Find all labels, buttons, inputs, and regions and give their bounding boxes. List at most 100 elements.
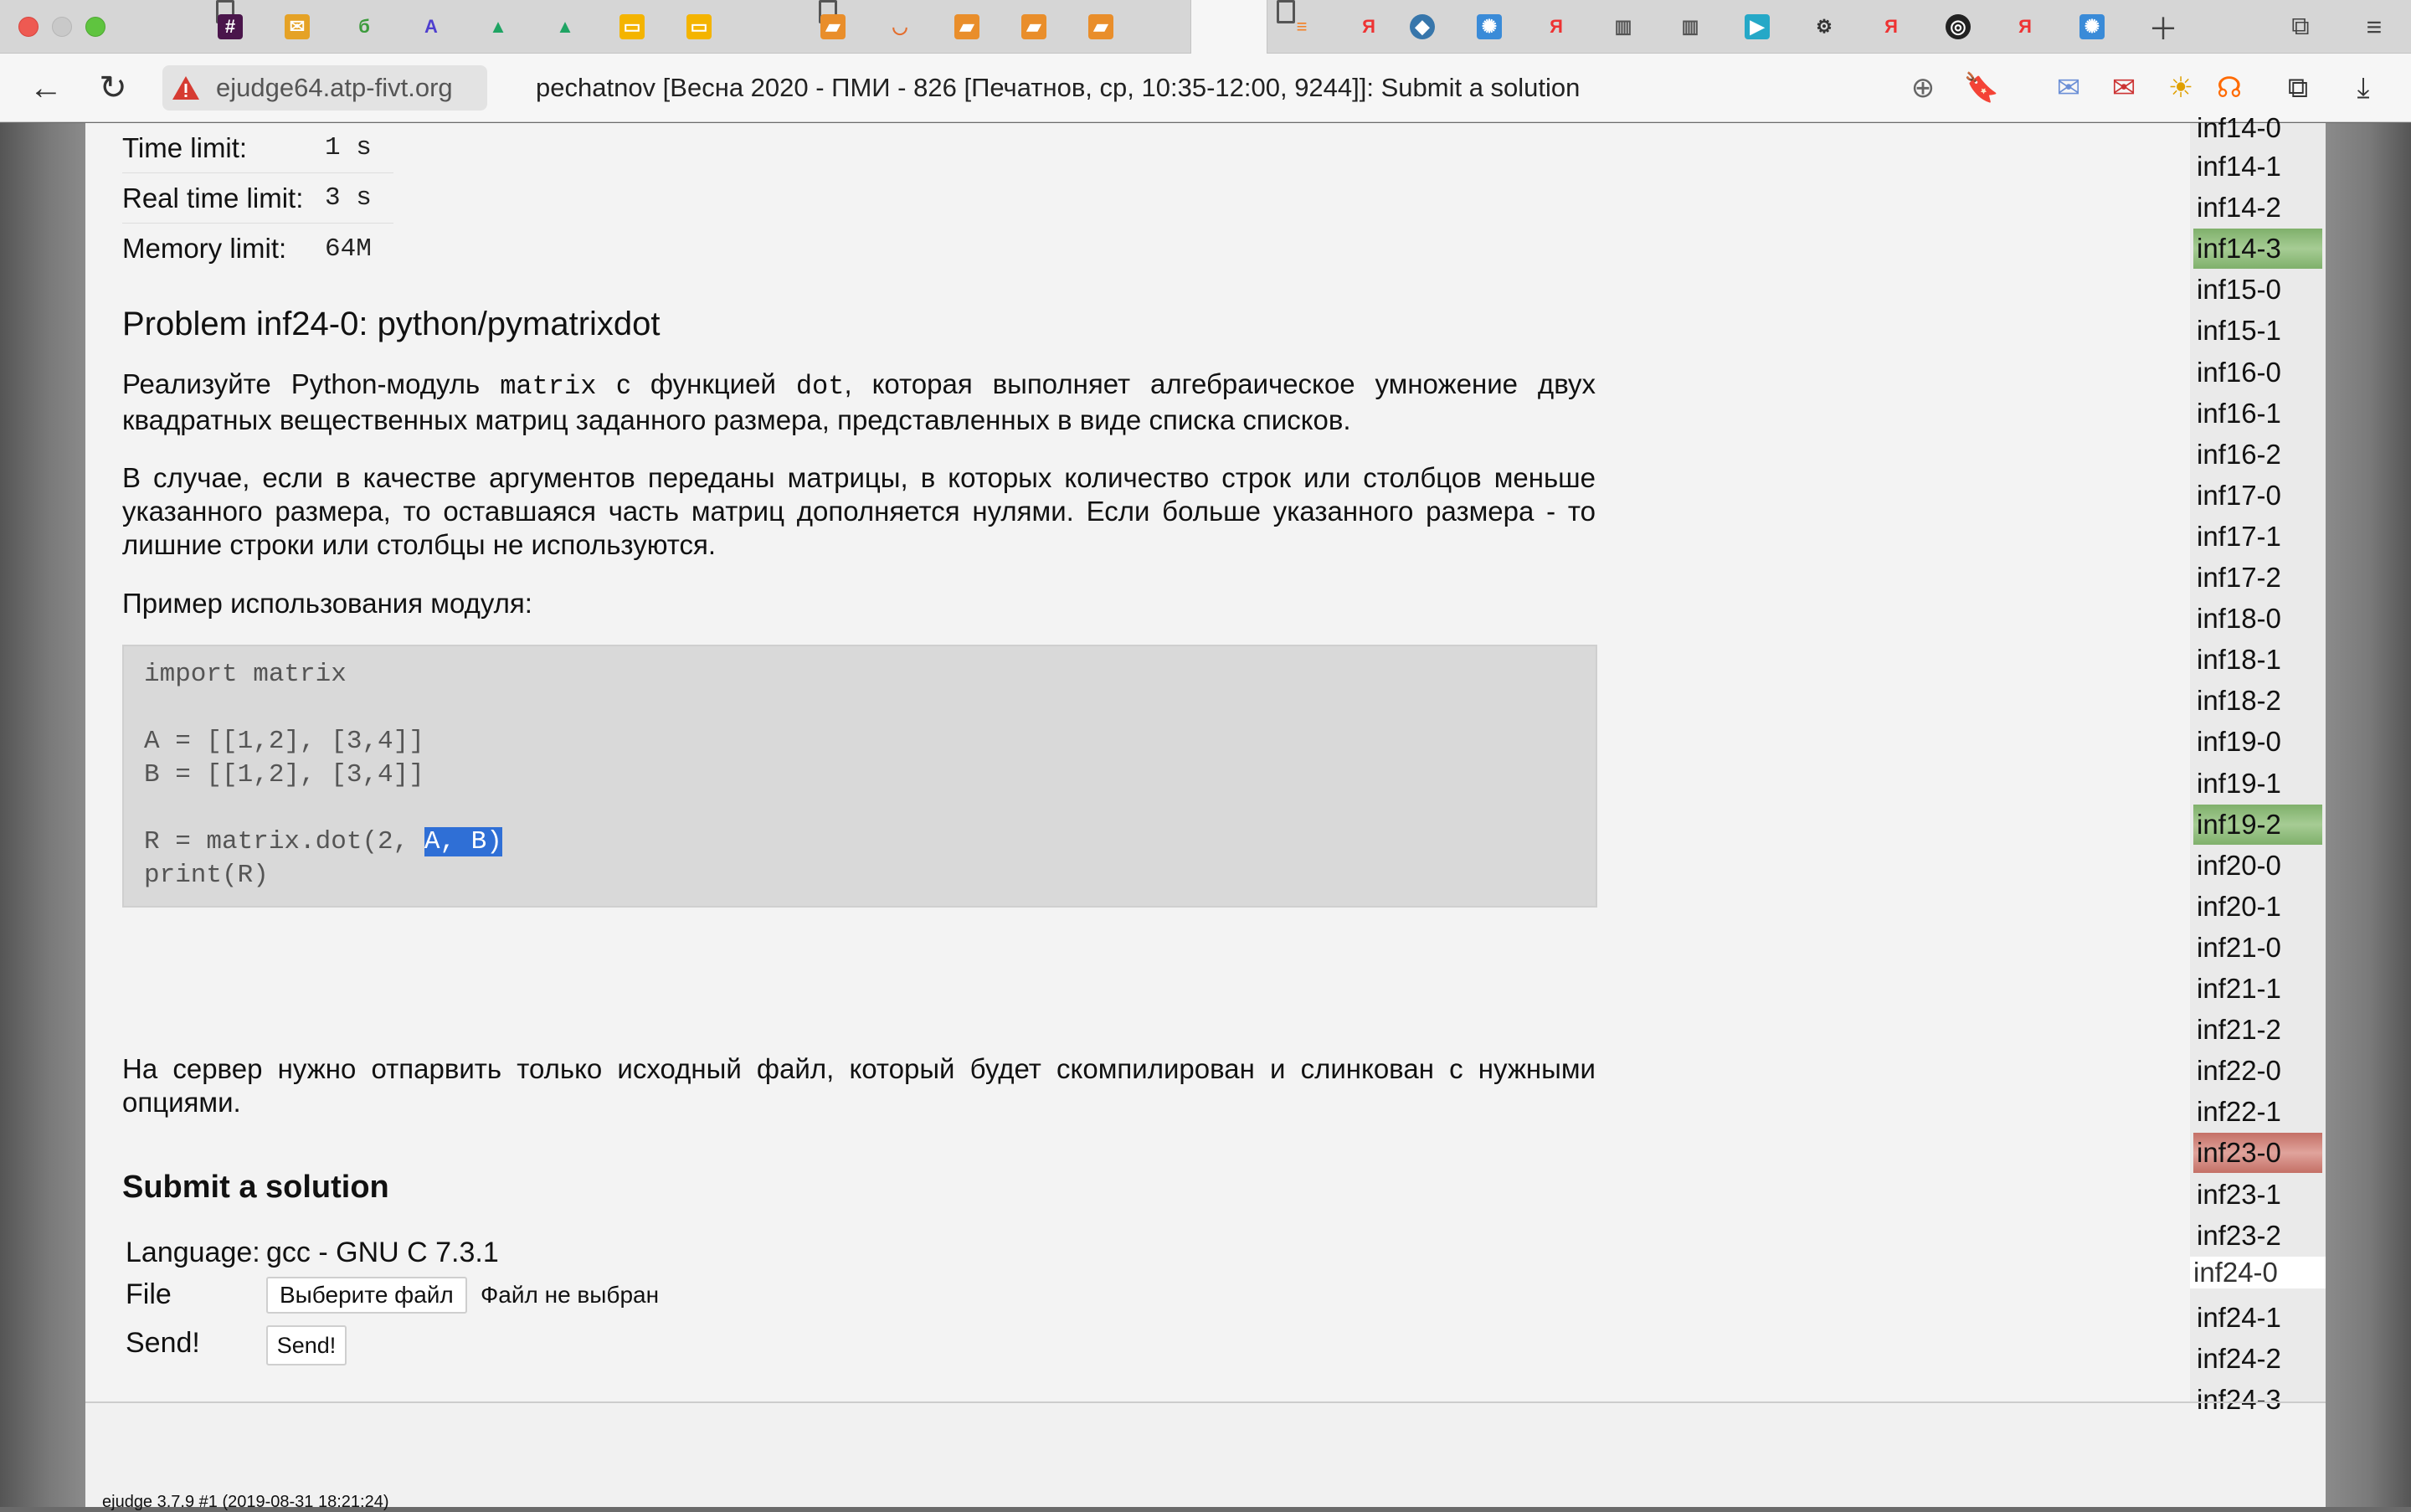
sidebar-item-inf21-2[interactable]: inf21-2 [2193, 1010, 2322, 1050]
url-host: ejudge64.atp-fivt.org [216, 73, 453, 102]
footer-version: ejudge 3.7.9 #1 (2019-08-31 18:21:24) [102, 1493, 389, 1511]
bookmark-icon[interactable]: 🔖 [1959, 65, 2004, 111]
tab[interactable]: ✺ [2059, 0, 2125, 54]
back-arrow-icon[interactable]: ← [23, 65, 69, 111]
sidebar-item-inf16-0[interactable]: inf16-0 [2193, 352, 2322, 393]
sidebar-item-inf21-1[interactable]: inf21-1 [2193, 969, 2322, 1009]
tab[interactable]: ▥ [1591, 0, 1656, 54]
window-maximize-button[interactable] [85, 17, 105, 37]
warning-icon [172, 76, 199, 100]
main-content: Time limit: 1 s Real time limit: 3 s Mem… [85, 123, 2190, 1404]
sidebar-item-inf24-2[interactable]: inf24-2 [2193, 1339, 2322, 1379]
sidebar-item-inf19-0[interactable]: inf19-0 [2193, 722, 2322, 762]
tab[interactable]: ▭ [666, 0, 732, 54]
book-icon: ▰ [1021, 14, 1046, 39]
reload-icon[interactable]: ↻ [90, 65, 136, 111]
limit-row: Time limit: 1 s [122, 123, 393, 173]
tab[interactable]: ▰ [800, 0, 866, 54]
sidebar-item-inf18-2[interactable]: inf18-2 [2193, 681, 2322, 721]
tab[interactable]: ▰ [934, 0, 1000, 54]
sidebar-item-inf15-0[interactable]: inf15-0 [2193, 270, 2322, 310]
tab[interactable]: ≡ [1269, 0, 1334, 54]
sidebar-item-inf19-1[interactable]: inf19-1 [2193, 764, 2322, 804]
tab[interactable]: ▥ [1658, 0, 1723, 54]
tab[interactable]: ▲ [465, 0, 531, 54]
tab[interactable]: ✉ [265, 0, 330, 54]
problem-sidebar: inf14-0 inf14-1 inf14-2 inf14-3 inf15-0 inf1… [2190, 112, 2326, 1415]
zoom-icon[interactable]: ⊕ [1900, 65, 1946, 111]
sidebar-item-inf17-0[interactable]: inf17-0 [2193, 476, 2322, 516]
limits-table: Time limit: 1 s Real time limit: 3 s Mem… [122, 123, 393, 274]
sidebar-item-inf14-2[interactable]: inf14-2 [2193, 188, 2322, 228]
sidebar-item-inf23-1[interactable]: inf23-1 [2193, 1175, 2322, 1215]
tab[interactable]: ▲ [532, 0, 598, 54]
sidebar-item-inf18-0[interactable]: inf18-0 [2193, 599, 2322, 639]
tab[interactable]: б [332, 0, 397, 54]
tab[interactable]: Я [1858, 0, 1924, 54]
footer-divider [85, 1401, 2326, 1403]
sidebar-item-inf17-2[interactable]: inf17-2 [2193, 558, 2322, 598]
tab[interactable]: A [398, 0, 464, 54]
new-tab-icon[interactable]: ＋ [2138, 0, 2188, 54]
sidebar-item-inf17-1[interactable]: inf17-1 [2193, 517, 2322, 557]
tab[interactable]: ▰ [1001, 0, 1067, 54]
tab[interactable]: ▭ [599, 0, 665, 54]
window-close-button[interactable] [18, 17, 39, 37]
tab-active[interactable] [1190, 0, 1295, 54]
slides-icon: ▭ [619, 14, 645, 39]
slack-icon: # [218, 14, 243, 39]
mail-extension-icon[interactable]: ✉ [2101, 65, 2146, 111]
tab[interactable]: ◆ [1390, 0, 1455, 54]
sun-extension-icon[interactable]: ☀ [2158, 65, 2203, 111]
address-input[interactable]: pechatnov [Весна 2020 - ПМИ - 826 [Печат… [536, 65, 1580, 111]
tab-bar: # ✉ б A ▲ ▲ ▭ ▭ ▰ ◡ ▰ ▰ ▰ ≡ Я ◆ ✺ Я ▥ ▥ … [0, 0, 2411, 54]
send-button[interactable]: Send! [266, 1325, 347, 1365]
sidebar-item-inf24-3[interactable]: inf24-3 [2193, 1380, 2322, 1420]
sidebar-item-inf20-0[interactable]: inf20-0 [2193, 846, 2322, 886]
gmail-icon: ✉ [285, 14, 310, 39]
sidebar-item-inf21-0[interactable]: inf21-0 [2193, 928, 2322, 968]
sidebar-item-inf15-1[interactable]: inf15-1 [2193, 311, 2322, 351]
limit-label: Time limit: [122, 131, 248, 163]
tab[interactable]: ▶ [1725, 0, 1790, 54]
sidebar-item-inf18-1[interactable]: inf18-1 [2193, 640, 2322, 680]
window-minimize-button[interactable] [52, 17, 72, 37]
tab[interactable]: # [198, 0, 263, 54]
sidebar-item-inf16-2[interactable]: inf16-2 [2193, 435, 2322, 475]
tab[interactable] [733, 0, 837, 54]
tab[interactable]: Я [1524, 0, 1589, 54]
problem-paragraph: Реализуйте Python-модуль matrix с функци… [122, 368, 1596, 437]
book-icon: ▰ [1088, 14, 1113, 39]
tab[interactable]: Я [1992, 0, 2058, 54]
tab-search-icon[interactable]: ⧉ [2275, 0, 2326, 54]
tabs-icon[interactable]: ⧉ [2275, 65, 2321, 111]
sidebar-item-inf14-3[interactable]: inf14-3 [2193, 229, 2322, 269]
sidebar-item-inf22-1[interactable]: inf22-1 [2193, 1092, 2322, 1132]
sidebar-item-inf24-0[interactable]: inf24-0 [2190, 1257, 2326, 1288]
sidebar-item-inf19-2[interactable]: inf19-2 [2193, 805, 2322, 845]
tab[interactable]: ⚙ [1792, 0, 1857, 54]
drive-icon: ▲ [556, 16, 574, 37]
tab[interactable]: ▰ [1068, 0, 1134, 54]
tab[interactable]: ◎ [1925, 0, 1991, 54]
sidebar-item-inf14-1[interactable]: inf14-1 [2193, 147, 2322, 187]
sidebar-item-inf20-1[interactable]: inf20-1 [2193, 887, 2322, 927]
url-site-info[interactable]: ejudge64.atp-fivt.org [162, 65, 487, 111]
sidebar-item-inf24-1[interactable]: inf24-1 [2193, 1298, 2322, 1338]
choose-file-button[interactable]: Выберите файл [266, 1277, 467, 1314]
tab[interactable] [131, 0, 234, 54]
sidebar-item-inf23-2[interactable]: inf23-2 [2193, 1216, 2322, 1256]
sidebar-item-inf22-0[interactable]: inf22-0 [2193, 1051, 2322, 1091]
download-icon[interactable]: ⤓ [2341, 65, 2386, 111]
tab[interactable]: ◡ [867, 0, 933, 54]
menu-icon[interactable]: ≡ [2349, 0, 2399, 54]
sidebar-item-inf23-0[interactable]: inf23-0 [2193, 1133, 2322, 1173]
book-icon: ▰ [954, 14, 979, 39]
sidebar-item[interactable]: inf14-0 [2193, 108, 2322, 148]
headphones-icon[interactable]: ☊ [2207, 65, 2252, 111]
yandex-icon: Я [1884, 16, 1898, 37]
mail-icon[interactable]: ✉ [2046, 65, 2091, 111]
sidebar-item-inf16-1[interactable]: inf16-1 [2193, 393, 2322, 434]
tab[interactable]: ✺ [1457, 0, 1522, 54]
language-value: gcc - GNU C 7.3.1 [266, 1237, 499, 1268]
